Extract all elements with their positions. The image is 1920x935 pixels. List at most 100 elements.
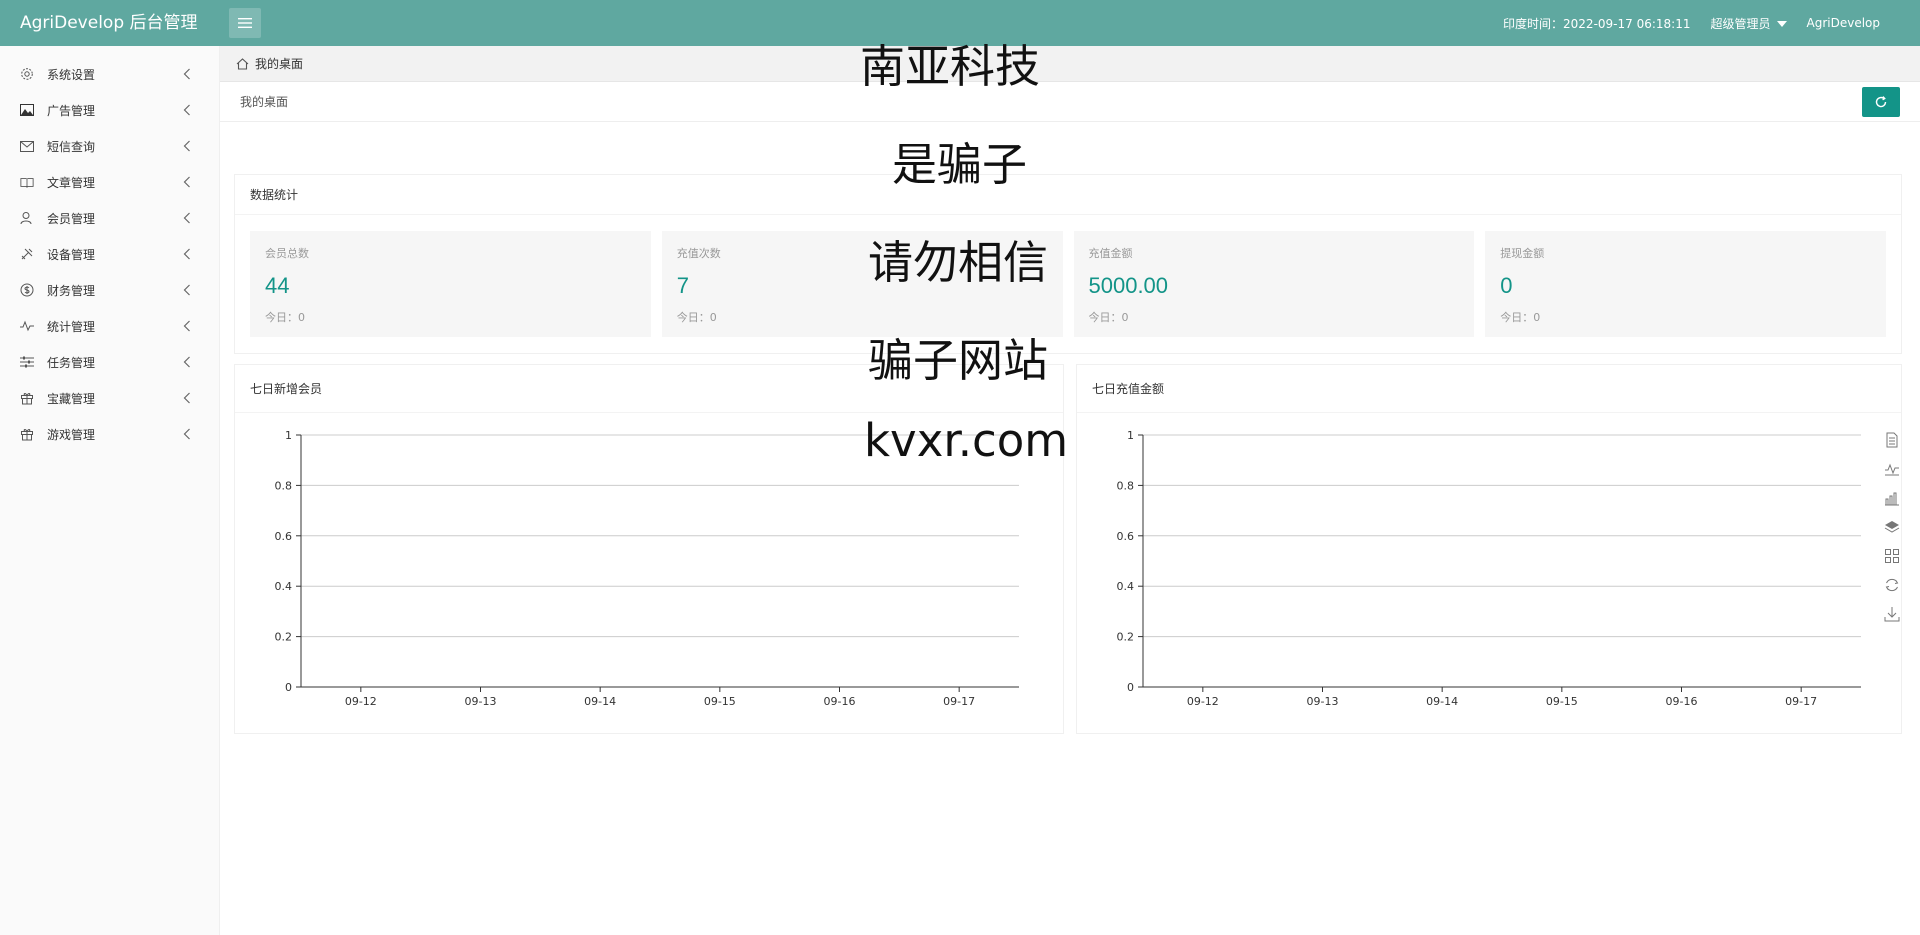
chart-toolbox	[1882, 432, 1902, 622]
sidebar-item-1[interactable]: 系统设置	[0, 56, 219, 92]
stack-icon[interactable]	[1884, 519, 1900, 535]
x-tick-label: 09-12	[1187, 695, 1219, 708]
sidebar-item-3[interactable]: 短信查询	[0, 128, 219, 164]
sidebar-item-6[interactable]: 设备管理	[0, 236, 219, 272]
breadcrumb: 我的桌面	[220, 46, 1920, 82]
stat-value: 44	[265, 273, 290, 298]
y-tick-label: 0.8	[1117, 479, 1135, 492]
y-tick-label: 0.6	[1117, 530, 1135, 543]
sidebar: 系统设置广告管理短信查询文章管理会员管理设备管理 财务管理 统计管理任务管理宝藏管理…	[0, 46, 220, 935]
stat-card: 会员总数 44 今日：0	[250, 231, 651, 337]
stat-label: 充值金额	[1088, 247, 1133, 260]
y-tick-label: 1	[285, 429, 292, 442]
data-view-icon[interactable]	[1884, 432, 1900, 448]
server-time: 印度时间：2022-09-17 06:18:11	[1503, 16, 1691, 31]
menu-toggle-button[interactable]	[229, 8, 261, 38]
main-content: 我的桌面 我的桌面 数据统计 会员总数 44 今日：0 充值次数 7 今日：0 充值金额 50…	[220, 46, 1920, 935]
mail-icon	[20, 139, 34, 153]
chevron-left-icon	[183, 68, 191, 83]
y-tick-label: 0.4	[275, 580, 293, 593]
refresh-button[interactable]	[1862, 87, 1900, 117]
stats-title: 数据统计	[235, 175, 1901, 215]
sliders-icon	[20, 355, 34, 369]
sidebar-item-11[interactable]: 游戏管理	[0, 416, 219, 452]
brand-title[interactable]: AgriDevelop 后台管理	[20, 0, 198, 46]
hamburger-icon	[238, 18, 252, 28]
sidebar-item-label: 短信查询	[47, 139, 96, 154]
breadcrumb-home[interactable]: 我的桌面	[255, 55, 303, 72]
x-tick-label: 09-14	[584, 695, 616, 708]
overlay-line-3: 请勿相信	[868, 236, 1049, 289]
chevron-left-icon	[183, 356, 191, 371]
home-icon	[236, 57, 249, 70]
y-tick-label: 0.2	[1117, 631, 1135, 644]
sidebar-item-label: 游戏管理	[47, 427, 96, 442]
y-tick-label: 1	[1127, 429, 1134, 442]
chart-panel-recharge: 七日充值金额 0 0.2 0.4 0.6 0.8 1 09-12 09-13 09-14 09-1…	[1076, 364, 1902, 734]
tools-icon	[20, 247, 34, 261]
pulse-icon	[20, 319, 34, 333]
stats-panel: 数据统计 会员总数 44 今日：0 充值次数 7 今日：0 充值金额 5000.00 今日：0 提…	[234, 174, 1902, 354]
page-title: 我的桌面	[240, 95, 289, 109]
sidebar-item-4[interactable]: 文章管理	[0, 164, 219, 200]
stat-value: 0	[1500, 273, 1513, 298]
y-tick-label: 0.4	[1117, 580, 1135, 593]
restore-icon[interactable]	[1884, 577, 1900, 593]
stat-label: 提现金额	[1500, 247, 1545, 260]
sidebar-item-label: 广告管理	[47, 103, 96, 118]
overlay-line-4: 骗子网站	[868, 334, 1049, 387]
sidebar-item-7[interactable]: 财务管理	[0, 272, 219, 308]
chevron-left-icon	[183, 392, 191, 407]
sidebar-item-9[interactable]: 任务管理	[0, 344, 219, 380]
stat-card: 提现金额 0 今日：0	[1485, 231, 1886, 337]
sidebar-item-label: 宝藏管理	[47, 391, 96, 406]
sidebar-item-2[interactable]: 广告管理	[0, 92, 219, 128]
gear-icon	[20, 67, 34, 81]
bar-chart-icon[interactable]	[1884, 490, 1900, 506]
chevron-left-icon	[183, 428, 191, 443]
sidebar-item-label: 会员管理	[47, 211, 96, 226]
x-tick-label: 09-14	[1426, 695, 1458, 708]
x-tick-label: 09-16	[824, 695, 856, 708]
x-tick-label: 09-12	[345, 695, 377, 708]
x-tick-label: 09-15	[1546, 695, 1578, 708]
y-tick-label: 0	[1127, 681, 1134, 694]
overlay-line-2: 是骗子	[892, 138, 1028, 191]
sidebar-item-8[interactable]: 统计管理	[0, 308, 219, 344]
sidebar-item-5[interactable]: 会员管理	[0, 200, 219, 236]
gift-icon	[20, 391, 34, 405]
stat-cards: 会员总数 44 今日：0 充值次数 7 今日：0 充值金额 5000.00 今日：0 提现金额 0 今…	[235, 215, 1901, 337]
download-icon[interactable]	[1884, 606, 1900, 622]
overlay-line-1: 南亚科技	[860, 40, 1041, 93]
role-dropdown[interactable]: 超级管理员	[1710, 15, 1787, 32]
x-tick-label: 09-16	[1666, 695, 1698, 708]
chevron-left-icon	[183, 212, 191, 227]
x-tick-label: 09-17	[943, 695, 975, 708]
stat-value: 5000.00	[1088, 273, 1169, 298]
stat-today: 今日：0	[676, 311, 717, 324]
y-tick-label: 0	[285, 681, 292, 694]
caret-down-icon	[1776, 21, 1787, 27]
x-tick-label: 09-15	[704, 695, 736, 708]
x-tick-label: 09-13	[465, 695, 497, 708]
y-tick-label: 0.8	[275, 479, 293, 492]
chevron-left-icon	[183, 140, 191, 155]
line-chart-icon[interactable]	[1884, 461, 1900, 477]
stat-label: 会员总数	[265, 247, 309, 260]
y-tick-label: 0.6	[275, 530, 293, 543]
overlay-line-5: kvxr.com	[864, 414, 1069, 467]
user-name[interactable]: AgriDevelop	[1807, 16, 1881, 30]
tiled-icon[interactable]	[1884, 548, 1900, 564]
header-right: 印度时间：2022-09-17 06:18:11 超级管理员 AgriDevel…	[1483, 0, 1880, 46]
chevron-left-icon	[183, 284, 191, 299]
chevron-left-icon	[183, 248, 191, 263]
stat-today: 今日：0	[265, 311, 305, 324]
sidebar-item-label: 系统设置	[47, 67, 96, 82]
chart-title-recharge: 七日充值金额	[1077, 365, 1901, 413]
sidebar-item-10[interactable]: 宝藏管理	[0, 380, 219, 416]
gift-icon	[20, 427, 34, 441]
users-icon	[20, 211, 34, 225]
refresh-icon	[1875, 96, 1887, 108]
y-tick-label: 0.2	[275, 631, 293, 644]
sidebar-item-label: 任务管理	[47, 355, 96, 370]
